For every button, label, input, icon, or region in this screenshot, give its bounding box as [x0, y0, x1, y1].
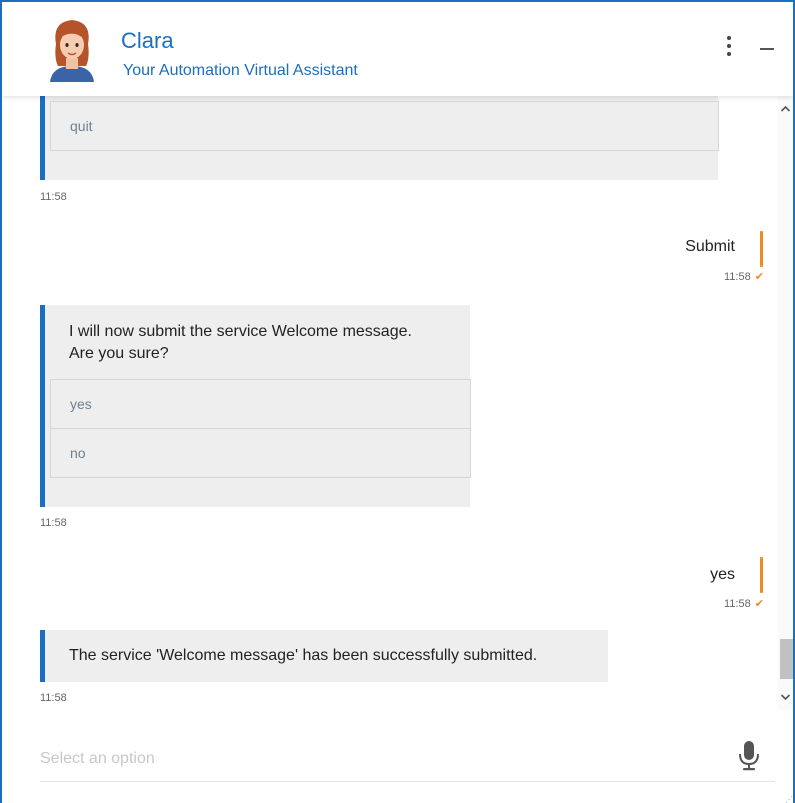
chevron-down-icon[interactable] [778, 690, 793, 704]
minimize-icon[interactable] [760, 48, 774, 50]
bot-message-text: The service 'Welcome message' has been s… [69, 647, 538, 664]
user-message-meta: 11:58 ✔ [724, 597, 764, 611]
assistant-name: Clara [121, 28, 174, 53]
option-yes[interactable]: yes [50, 379, 471, 429]
user-message-accent [760, 231, 763, 267]
bot-message: The service 'Welcome message' has been s… [40, 630, 608, 682]
message-timestamp: 11:58 [40, 191, 67, 203]
message-timestamp: 11:58 [40, 692, 67, 704]
vertical-dots-icon[interactable] [721, 36, 737, 62]
user-message-accent [760, 557, 763, 593]
option-quit[interactable]: quit [50, 101, 719, 151]
chat-input-area [40, 736, 775, 782]
user-message: Submit [685, 238, 735, 255]
scrollbar-thumb[interactable] [780, 639, 793, 679]
assistant-avatar [42, 14, 102, 82]
check-icon: ✔ [754, 598, 764, 610]
option-no[interactable]: no [50, 428, 471, 478]
message-timestamp: 11:58 [724, 270, 751, 283]
resize-grip-icon[interactable]: ⋰ [785, 795, 793, 803]
user-message-meta: 11:58 ✔ [724, 270, 764, 284]
assistant-subtitle: Your Automation Virtual Assistant [123, 62, 358, 79]
chevron-up-icon[interactable] [778, 102, 793, 116]
message-scrollbar[interactable] [778, 96, 793, 710]
bot-message-text: I will now submit the service Welcome me… [69, 323, 412, 362]
message-timestamp: 11:58 [40, 517, 67, 529]
chat-header: Clara Your Automation Virtual Assistant [2, 2, 793, 96]
message-timestamp: 11:58 [724, 597, 751, 610]
microphone-icon[interactable] [737, 740, 761, 772]
chat-input[interactable] [40, 744, 690, 774]
user-message: yes [710, 566, 735, 583]
check-icon: ✔ [754, 271, 764, 283]
chat-window: Clara Your Automation Virtual Assistant … [0, 0, 795, 803]
message-list: quit 11:58 Submit 11:58 ✔ I will now sub… [2, 96, 777, 710]
